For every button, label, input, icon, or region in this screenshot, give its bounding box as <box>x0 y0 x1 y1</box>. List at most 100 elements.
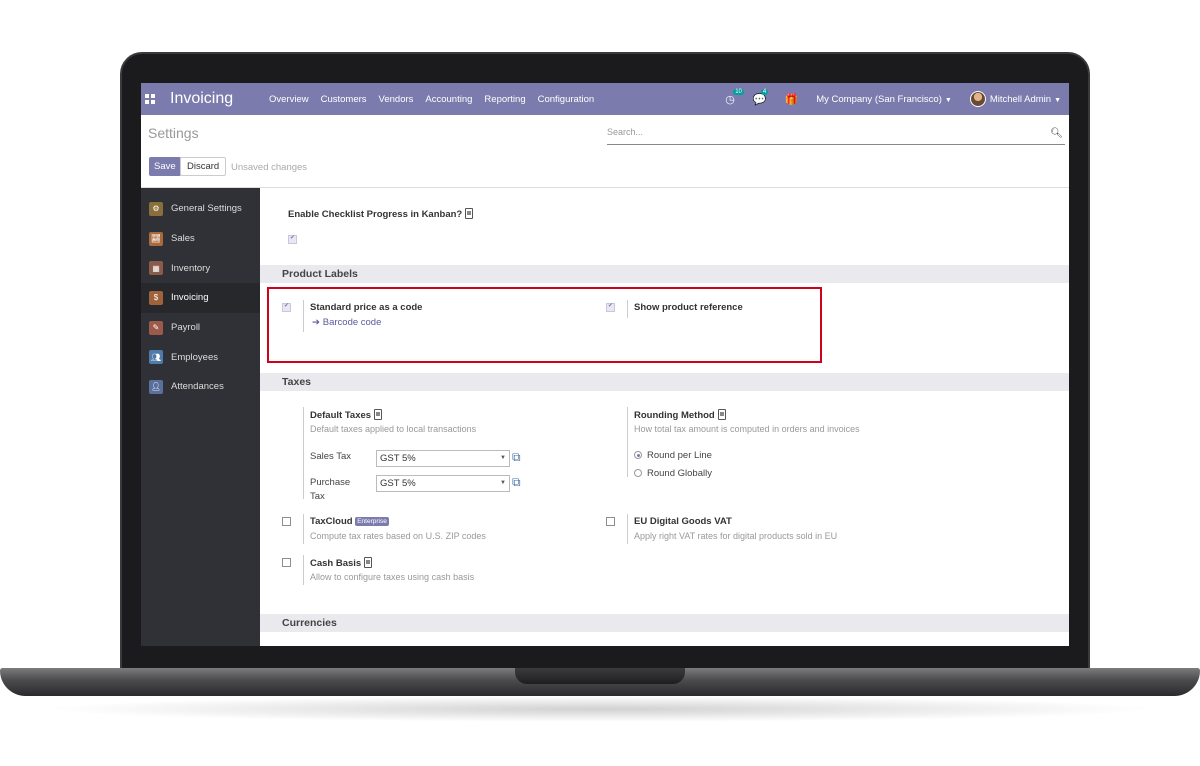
unsaved-status: Unsaved changes <box>231 162 308 173</box>
navbar-systray: ◷ 10 💬 4 🎁 My Company (San Francisco) ▼ Mit… <box>725 83 1069 115</box>
control-panel: Settings 🔍︎ Save Discard Unsaved changes <box>141 115 1069 188</box>
payroll-icon: ✎ <box>149 320 163 335</box>
gear-icon: ⚙ <box>149 201 163 216</box>
taxcloud-text: TaxCloud <box>310 516 353 527</box>
sidebar-item-general-settings[interactable]: ⚙ General Settings <box>141 194 260 224</box>
round-globally-radio[interactable] <box>634 469 642 477</box>
taxcloud-label: TaxCloud Enterprise <box>310 516 389 527</box>
messaging-icon[interactable]: 💬 4 <box>753 88 769 106</box>
top-navbar: Invoicing Overview Customers Vendors Acc… <box>141 83 1069 115</box>
document-icon <box>364 557 373 568</box>
section-product-labels: Product Labels <box>260 265 1069 283</box>
kanban-setting-text: Enable Checklist Progress in Kanban? <box>288 209 463 220</box>
user-name: Mitchell Admin <box>989 93 1052 105</box>
round-per-line-label: Round per Line <box>647 450 712 461</box>
kanban-checkbox[interactable] <box>288 234 297 244</box>
document-icon <box>465 208 474 219</box>
purchase-tax-value: GST 5% <box>380 478 416 489</box>
users-icon: 👥︎ <box>149 350 163 365</box>
sales-tax-label: Sales Tax <box>310 451 352 462</box>
default-taxes-text: Default Taxes <box>310 410 372 421</box>
sidebar-item-inventory[interactable]: ▦ Inventory <box>141 253 260 283</box>
section-taxes: Taxes <box>260 373 1069 391</box>
sidebar-item-payroll[interactable]: ✎ Payroll <box>141 313 260 343</box>
cash-basis-label: Cash Basis <box>310 557 373 569</box>
settings-sidebar: ⚙ General Settings 📈︎ Sales ▦ Inventory … <box>141 188 260 646</box>
document-icon <box>374 409 383 420</box>
menu-configuration[interactable]: Configuration <box>538 94 595 105</box>
cash-basis-checkbox[interactable] <box>282 558 291 567</box>
eu-vat-checkbox[interactable] <box>606 517 615 526</box>
invoice-icon: $ <box>149 290 163 305</box>
default-taxes-label: Default Taxes <box>310 409 383 421</box>
round-globally-label: Round Globally <box>647 468 712 479</box>
save-button[interactable]: Save <box>149 157 181 176</box>
avatar[interactable] <box>969 91 986 107</box>
purchase-tax-label: Purchase Tax <box>310 476 350 504</box>
laptop-notch <box>515 668 685 684</box>
menu-reporting[interactable]: Reporting <box>484 94 525 105</box>
kanban-setting-label: Enable Checklist Progress in Kanban? <box>288 208 474 220</box>
sidebar-item-label: Employees <box>171 351 218 363</box>
external-link-icon[interactable]: ⧉ <box>512 475 521 490</box>
caret-down-icon: ▼ <box>500 480 506 486</box>
rounding-method-label: Rounding Method <box>634 409 726 421</box>
page-title: Settings <box>148 125 199 141</box>
cash-basis-desc: Allow to configure taxes using cash basi… <box>310 572 475 582</box>
purchase-tax-select[interactable]: GST 5% ▼ <box>376 475 510 492</box>
user-menu[interactable]: Mitchell Admin ▼ <box>990 94 1061 105</box>
enterprise-badge: Enterprise <box>355 517 389 526</box>
menu-accounting[interactable]: Accounting <box>425 94 472 105</box>
sidebar-item-invoicing[interactable]: $ Invoicing <box>141 283 260 313</box>
rounding-method-desc: How total tax amount is computed in orde… <box>634 424 860 434</box>
sales-tax-select[interactable]: GST 5% ▼ <box>376 450 510 467</box>
divider <box>303 407 304 499</box>
sidebar-item-label: Sales <box>171 233 195 245</box>
menu-customers[interactable]: Customers <box>321 94 367 105</box>
settings-content: Enable Checklist Progress in Kanban? Pro… <box>260 188 1069 646</box>
search-input[interactable] <box>607 127 1037 137</box>
purchase-tax-label-line2: Tax <box>310 491 325 502</box>
search-icon[interactable]: 🔍︎ <box>1050 128 1063 139</box>
divider <box>303 555 304 585</box>
sidebar-item-sales[interactable]: 📈︎ Sales <box>141 224 260 254</box>
round-per-line-radio[interactable] <box>634 451 642 459</box>
menu-vendors[interactable]: Vendors <box>379 94 414 105</box>
activity-icon[interactable]: ◷ 10 <box>725 88 744 106</box>
default-taxes-desc: Default taxes applied to local transacti… <box>310 424 477 434</box>
menu-overview[interactable]: Overview <box>269 94 309 105</box>
activity-badge: 10 <box>733 88 744 95</box>
eu-vat-desc: Apply right VAT rates for digital produc… <box>634 531 838 541</box>
sidebar-item-label: Attendances <box>171 381 224 393</box>
sidebar-item-label: Payroll <box>171 322 201 334</box>
caret-down-icon: ▼ <box>1054 96 1061 104</box>
gift-icon[interactable]: 🎁 <box>785 93 799 106</box>
caret-down-icon: ▼ <box>500 455 506 461</box>
sidebar-item-label: Inventory <box>171 262 211 274</box>
rounding-method-text: Rounding Method <box>634 410 715 421</box>
apps-menu-icon[interactable] <box>145 94 155 104</box>
discard-button[interactable]: Discard <box>180 157 227 176</box>
eu-vat-label: EU Digital Goods VAT <box>634 516 732 527</box>
sidebar-item-label: Invoicing <box>171 292 209 304</box>
section-currencies: Currencies <box>260 614 1069 632</box>
divider <box>627 514 628 544</box>
app-title[interactable]: Invoicing <box>170 90 258 108</box>
chart-icon: 📈︎ <box>149 231 163 246</box>
main-menu: Overview Customers Vendors Accounting Re… <box>269 94 606 105</box>
sidebar-item-attendances[interactable]: 👤︎ Attendances <box>141 372 260 402</box>
screen: Invoicing Overview Customers Vendors Acc… <box>141 83 1069 646</box>
company-switcher[interactable]: My Company (San Francisco) ▼ <box>816 94 952 105</box>
message-badge: 4 <box>760 88 769 95</box>
taxcloud-desc: Compute tax rates based on U.S. ZIP code… <box>310 531 486 541</box>
sidebar-item-label: General Settings <box>171 203 242 215</box>
taxcloud-checkbox[interactable] <box>282 517 291 526</box>
cash-basis-text: Cash Basis <box>310 558 362 569</box>
sidebar-item-employees[interactable]: 👥︎ Employees <box>141 342 260 372</box>
attendance-icon: 👤︎ <box>149 379 163 394</box>
document-icon <box>717 409 726 420</box>
external-link-icon[interactable]: ⧉ <box>512 450 521 465</box>
caret-down-icon: ▼ <box>944 96 952 104</box>
highlight-box <box>267 287 822 363</box>
search-bar: 🔍︎ <box>607 127 1065 145</box>
